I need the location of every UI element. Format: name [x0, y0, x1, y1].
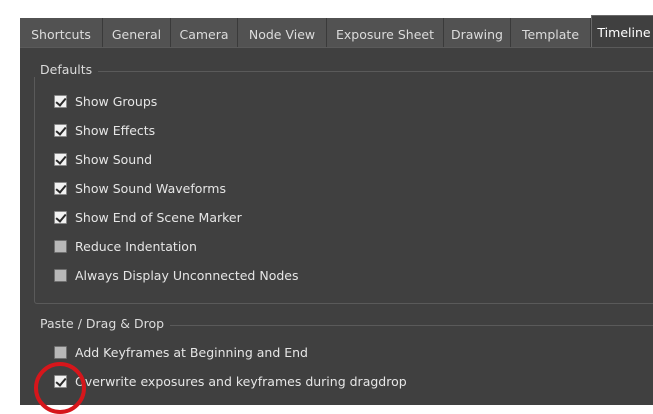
- show-end-of-scene-marker-option[interactable]: Show End of Scene Marker: [54, 207, 242, 227]
- show-groups-option[interactable]: Show Groups: [54, 91, 157, 111]
- tab-node-view[interactable]: Node View: [238, 18, 327, 48]
- show-sound-checkbox[interactable]: [54, 152, 67, 166]
- show-effects-option[interactable]: Show Effects: [54, 120, 155, 140]
- timeline-preferences-panel: Defaults Show Groups Show Effects Show S…: [20, 47, 653, 405]
- show-sound-waveforms-label: Show Sound Waveforms: [75, 180, 227, 196]
- show-end-of-scene-marker-label: Show End of Scene Marker: [75, 209, 242, 225]
- show-groups-checkbox[interactable]: [54, 94, 67, 108]
- add-keyframes-option[interactable]: Add Keyframes at Beginning and End: [54, 342, 308, 362]
- always-display-unconnected-nodes-label: Always Display Unconnected Nodes: [75, 267, 299, 283]
- show-end-of-scene-marker-checkbox[interactable]: [54, 210, 67, 224]
- paste-drag-drop-group-title: Paste / Drag & Drop: [34, 316, 171, 331]
- overwrite-exposures-checkbox[interactable]: [54, 374, 67, 388]
- tab-drawing[interactable]: Drawing: [444, 18, 511, 48]
- add-keyframes-label: Add Keyframes at Beginning and End: [75, 344, 308, 360]
- tab-camera[interactable]: Camera: [171, 18, 238, 48]
- reduce-indentation-label: Reduce Indentation: [75, 238, 197, 254]
- show-sound-waveforms-checkbox[interactable]: [54, 181, 67, 195]
- show-effects-checkbox[interactable]: [54, 123, 67, 137]
- always-display-unconnected-nodes-option[interactable]: Always Display Unconnected Nodes: [54, 265, 298, 285]
- always-display-unconnected-nodes-checkbox[interactable]: [54, 268, 67, 282]
- overwrite-exposures-label: Overwrite exposures and keyframes during…: [75, 373, 407, 389]
- show-sound-label: Show Sound: [75, 151, 153, 167]
- tab-exposure-sheet[interactable]: Exposure Sheet: [327, 18, 444, 48]
- tab-template[interactable]: Template: [511, 18, 591, 48]
- preferences-tab-bar: Shortcuts General Camera Node View Expos…: [20, 15, 653, 48]
- reduce-indentation-option[interactable]: Reduce Indentation: [54, 236, 197, 256]
- tab-timeline[interactable]: Timeline: [591, 15, 653, 48]
- show-effects-label: Show Effects: [75, 122, 156, 138]
- show-sound-waveforms-option[interactable]: Show Sound Waveforms: [54, 178, 226, 198]
- show-groups-label: Show Groups: [75, 93, 158, 109]
- tab-general[interactable]: General: [103, 18, 171, 48]
- show-sound-option[interactable]: Show Sound: [54, 149, 152, 169]
- add-keyframes-checkbox[interactable]: [54, 345, 67, 359]
- defaults-group-title: Defaults: [34, 62, 99, 77]
- tab-shortcuts[interactable]: Shortcuts: [20, 18, 103, 48]
- reduce-indentation-checkbox[interactable]: [54, 239, 67, 253]
- overwrite-exposures-option[interactable]: Overwrite exposures and keyframes during…: [54, 371, 407, 391]
